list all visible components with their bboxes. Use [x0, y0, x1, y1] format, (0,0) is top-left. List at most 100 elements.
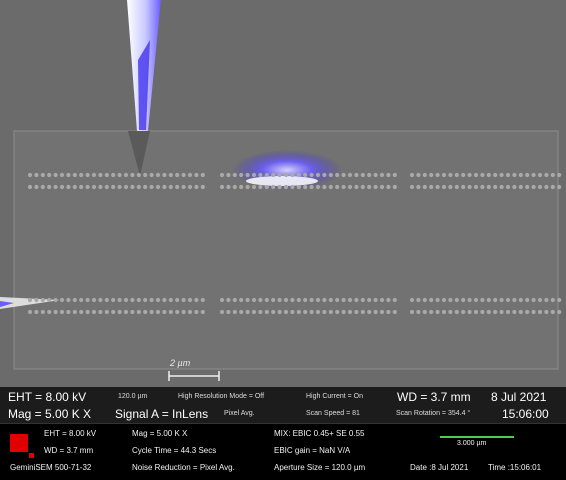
contact-dot [328, 297, 333, 303]
contact-dot [187, 184, 193, 190]
footer-mag: Mag = 5.00 K X [132, 429, 188, 438]
contact-dot [181, 172, 186, 178]
contact-dot [467, 309, 472, 315]
contact-dot [512, 184, 517, 190]
contact-dot [557, 172, 562, 178]
contact-dot [181, 297, 186, 303]
footer-instrument: GeminiSEM 500-71-32 [10, 463, 92, 472]
contact-dot [104, 297, 109, 303]
contact-dot [454, 172, 459, 178]
contact-dot [435, 309, 440, 315]
contact-dot [181, 309, 186, 315]
contact-dot [149, 297, 154, 303]
contact-dot [271, 184, 276, 190]
sem-image-viewer[interactable]: 2 µm [0, 0, 566, 423]
contact-dot [258, 297, 263, 303]
contact-dot [104, 172, 109, 178]
contact-dot [480, 309, 485, 315]
contact-dot [544, 172, 549, 178]
contact-dot [123, 184, 129, 190]
contact-dot [47, 184, 52, 190]
contact-dot [130, 184, 135, 190]
contact-dot [505, 309, 511, 315]
contact-dot [251, 309, 257, 315]
footer-scale-label: 3.000 µm [457, 440, 487, 447]
contact-dot [117, 184, 122, 190]
contact-dot [168, 309, 173, 315]
contact-dot [544, 309, 549, 315]
contact-dot [512, 297, 517, 303]
footer-mix: MIX: EBIC 0.45+ SE 0.55 [274, 429, 365, 438]
contact-dot [175, 184, 180, 190]
contact-dot [53, 309, 58, 315]
contact-dot [537, 297, 543, 303]
contact-dot [200, 297, 205, 303]
contact-dot [59, 172, 65, 178]
contact-dot [392, 172, 397, 178]
contact-dot [258, 184, 263, 190]
contact-dot [354, 309, 359, 315]
contact-dot [290, 309, 295, 315]
contact-dot [245, 309, 250, 315]
sem-micrograph [0, 0, 566, 387]
contact-dot [271, 297, 276, 303]
contact-dot [296, 172, 301, 178]
contact-dot [111, 297, 116, 303]
footer-cycle-time: Cycle Time = 44.3 Secs [132, 446, 217, 455]
contact-dot [429, 172, 434, 178]
contact-dot [130, 172, 135, 178]
contact-dot [264, 172, 269, 178]
contact-dot [143, 309, 148, 315]
contact-dot [550, 172, 555, 178]
contact-dot [512, 172, 517, 178]
contact-dot [232, 309, 237, 315]
image-info-bar: EHT = 8.00 kV 120.0 µm High Resolution M… [0, 387, 566, 423]
contact-dot [226, 309, 231, 315]
contact-dot [518, 184, 523, 190]
contact-dot [303, 172, 308, 178]
contact-dot [296, 309, 301, 315]
footer-aperture: Aperture Size = 120.0 µm [274, 463, 366, 472]
contact-dot [271, 172, 276, 178]
contact-dot [239, 184, 244, 190]
wd-value: WD = 3.7 mm [397, 390, 471, 404]
contact-dot [537, 309, 543, 315]
contact-dot [111, 172, 116, 178]
contact-dot [162, 309, 167, 315]
contact-dot [493, 297, 498, 303]
contact-dot [473, 297, 479, 303]
contact-dot [367, 309, 372, 315]
contact-dot [499, 184, 504, 190]
contact-dot [416, 309, 421, 315]
contact-dot [505, 184, 511, 190]
contact-dot [79, 184, 84, 190]
contact-dot [98, 172, 103, 178]
contact-dot [525, 184, 530, 190]
contact-dot [251, 184, 257, 190]
contact-dot [416, 184, 421, 190]
contact-dot [341, 297, 346, 303]
contact-dot [91, 309, 97, 315]
contact-dot [143, 184, 148, 190]
contact-dot [341, 184, 346, 190]
contact-dot [448, 172, 453, 178]
contact-dot [525, 309, 530, 315]
contact-dot [512, 309, 517, 315]
contact-dot [480, 184, 485, 190]
contact-dot [226, 297, 231, 303]
contact-dot [525, 297, 530, 303]
contact-dot [386, 184, 391, 190]
footer-eht: EHT = 8.00 kV [44, 429, 97, 438]
contact-dot [226, 172, 231, 178]
contact-dot [27, 172, 33, 178]
contact-dot [155, 297, 161, 303]
contact-dot [79, 309, 84, 315]
contact-dot [53, 184, 58, 190]
contact-dot [104, 184, 109, 190]
contact-dot [175, 297, 180, 303]
contact-dot [194, 184, 199, 190]
contact-dot [136, 297, 141, 303]
contact-dot [518, 172, 523, 178]
contact-dot [143, 172, 148, 178]
contact-dot [162, 297, 167, 303]
